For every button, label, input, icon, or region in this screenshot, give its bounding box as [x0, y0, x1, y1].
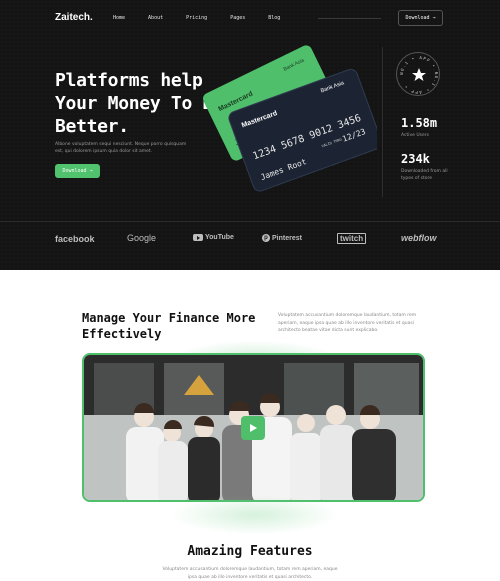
play-button[interactable]	[241, 416, 265, 440]
badge-ring-text: NO.1 • APP • NO.1 • APP •	[399, 55, 438, 95]
stat-active-users-label: Active Users	[401, 133, 429, 138]
nav-item-blog[interactable]: Blog	[268, 15, 280, 21]
manage-section-description: Voluptatem accusantium doloremque laudan…	[278, 313, 417, 333]
top-navigation: Zaitech. Home About Pricing Pages Blog D…	[55, 10, 443, 28]
brand-facebook: facebook	[55, 234, 95, 244]
site-logo[interactable]: Zaitech.	[55, 12, 93, 23]
brand-google: Google	[127, 233, 157, 243]
nav-download-button[interactable]: Download →	[398, 10, 443, 26]
hero-download-label: Download	[62, 168, 87, 174]
brand-twitch: twitch	[337, 233, 367, 244]
stats-divider	[382, 47, 383, 197]
nav-menu: Home About Pricing Pages Blog	[113, 15, 303, 21]
stat-downloads-value: 234k	[401, 152, 430, 166]
hero-section: Zaitech. Home About Pricing Pages Blog D…	[0, 0, 500, 270]
nav-item-pricing[interactable]: Pricing	[186, 15, 207, 21]
youtube-icon	[193, 234, 203, 241]
features-section-description: Voluptatem accusantium doloremque laudan…	[162, 567, 338, 580]
arrow-right-icon: →	[432, 15, 436, 21]
brand-webflow: webflow	[401, 233, 437, 243]
nav-download-label: Download	[405, 15, 430, 21]
pinterest-icon: p	[262, 234, 270, 242]
nav-item-pages[interactable]: Pages	[230, 15, 245, 21]
features-section-title: Amazing Features	[187, 544, 313, 559]
stat-downloads-label: Downloaded from all types of store	[401, 169, 448, 181]
arrow-right-icon: →	[89, 168, 93, 174]
brand-pinterest: p Pinterest	[262, 234, 302, 242]
play-icon	[250, 424, 257, 432]
manage-section-title: Manage Your Finance More Effectively	[82, 311, 256, 341]
hero-subtext: Albone voluptatem sequi nesciunt. Neque …	[55, 142, 187, 154]
nav-divider-line	[318, 18, 381, 19]
brand-youtube: YouTube	[193, 234, 234, 241]
no1-app-badge: NO.1 • APP • NO.1 • APP •	[396, 52, 440, 96]
nav-item-home[interactable]: Home	[113, 15, 125, 21]
nav-item-about[interactable]: About	[148, 15, 163, 21]
brand-divider	[0, 221, 500, 222]
star-icon	[412, 68, 426, 81]
credit-cards-illustration: Mastercard Bank Asia Ja Mastercard Bank …	[203, 45, 377, 192]
stat-active-users-value: 1.58m	[401, 116, 438, 130]
hero-download-button[interactable]: Download →	[55, 164, 100, 178]
green-glow-bottom	[170, 495, 340, 535]
